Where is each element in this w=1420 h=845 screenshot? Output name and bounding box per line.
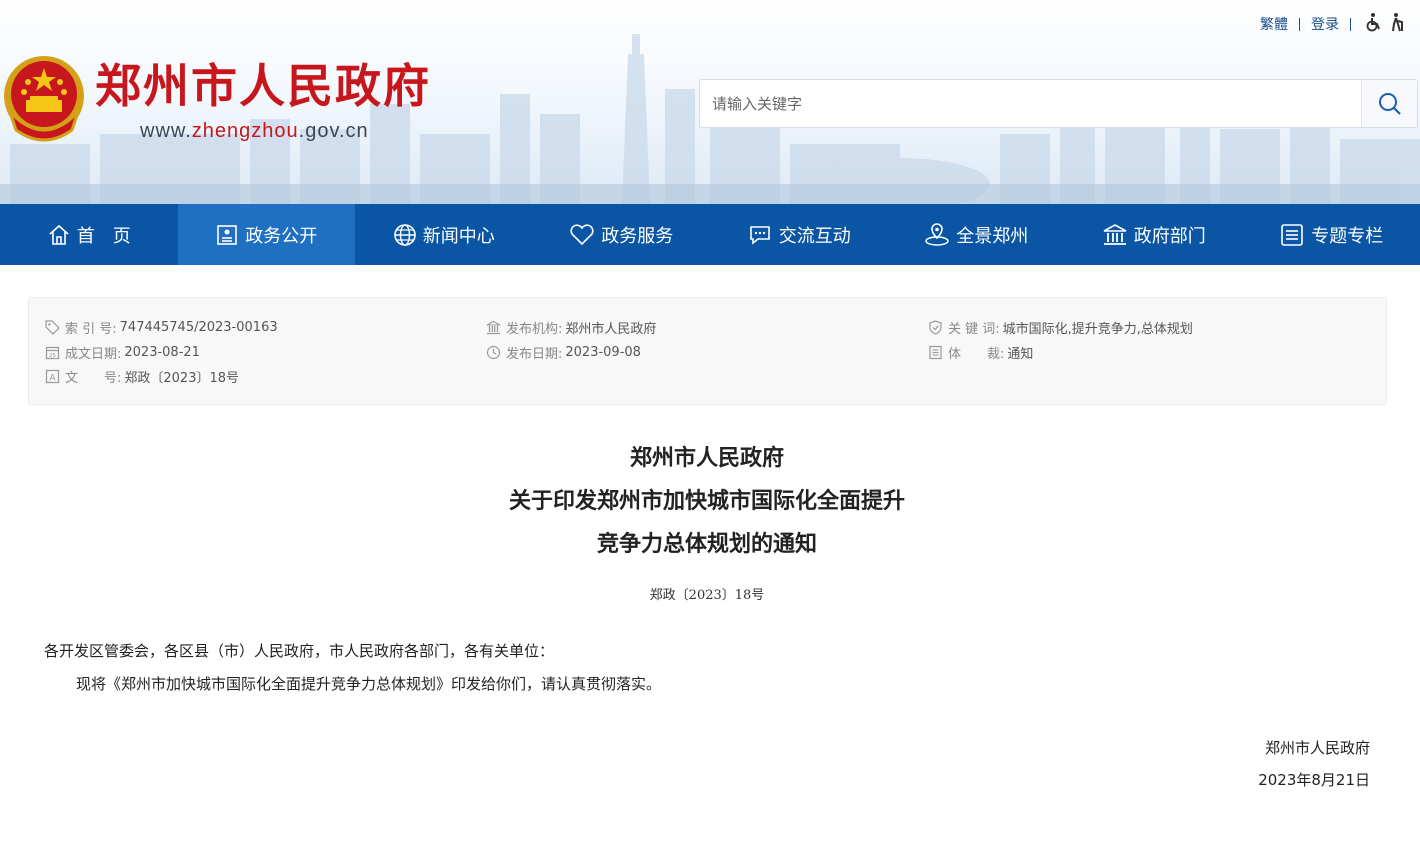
traditional-chinese-link[interactable]: 繁體	[1260, 14, 1288, 34]
nav-label: 专题专栏	[1311, 225, 1384, 247]
meta-issuer: 发布机构: 郑州市人民政府	[486, 318, 657, 337]
divider	[1350, 17, 1351, 31]
nav-interaction[interactable]: 交流互动	[710, 204, 888, 265]
document-icon	[217, 224, 238, 245]
meta-label: 体 裁:	[948, 346, 1005, 362]
top-links: 繁體 登录	[1260, 12, 1406, 36]
login-link[interactable]: 登录	[1311, 14, 1339, 34]
location-icon	[925, 222, 949, 246]
signature-organization: 郑州市人民政府	[1264, 739, 1370, 757]
nav-label: 政府部门	[1133, 225, 1206, 247]
nav-panorama-zhengzhou[interactable]: 全景郑州	[888, 204, 1066, 265]
meta-value: 通知	[1007, 346, 1034, 362]
meta-label: 索 引 号:	[65, 321, 117, 337]
document-meta-box: 索 引 号: 747445745/2023-00163 25 成文日期: 202…	[28, 297, 1387, 405]
meta-created-date: 25 成文日期: 2023-08-21	[45, 343, 200, 362]
clock-icon	[486, 345, 501, 360]
calendar-icon: 25	[45, 345, 60, 360]
meta-value: 郑政〔2023〕18号	[124, 370, 240, 386]
meta-label: 成文日期:	[65, 346, 122, 362]
site-title: 郑州市人民政府	[95, 59, 431, 113]
main-nav: 首 页 政务公开 新闻中心 政务服务 交流互动 全景郑州 政府部门 专题专栏	[0, 204, 1420, 265]
notes-icon	[928, 345, 943, 360]
meta-value: 2023-09-08	[565, 344, 641, 360]
elderly-mode-icon[interactable]	[1388, 12, 1406, 36]
svg-text:25: 25	[49, 353, 56, 359]
search-box	[699, 79, 1418, 128]
nav-news-center[interactable]: 新闻中心	[355, 204, 533, 265]
document-title-line-3: 竞争力总体规划的通知	[596, 531, 817, 557]
nav-home[interactable]: 首 页	[0, 204, 178, 265]
search-input[interactable]	[700, 80, 1361, 127]
institution-icon	[486, 320, 501, 335]
nav-government-departments[interactable]: 政府部门	[1065, 204, 1243, 265]
site-url: www.zhengzhou.gov.cn	[140, 120, 369, 143]
home-icon	[49, 224, 69, 245]
nav-label: 首 页	[76, 225, 131, 247]
nav-label: 新闻中心	[422, 225, 495, 247]
document-title-line-2: 关于印发郑州市加快城市国际化全面提升	[508, 488, 905, 514]
wheelchair-accessibility-icon[interactable]	[1364, 12, 1384, 36]
meta-value: 747445745/2023-00163	[119, 319, 278, 335]
document-body: 现将《郑州市加快城市国际化全面提升竞争力总体规划》印发给你们，请认真贯彻落实。	[76, 675, 662, 693]
meta-label: 关 键 词:	[948, 321, 1000, 337]
chat-icon	[749, 225, 770, 245]
meta-label: 文 号:	[65, 370, 122, 386]
nav-special-topics[interactable]: 专题专栏	[1243, 204, 1420, 265]
meta-value: 城市国际化,提升竞争力,总体规划	[1002, 321, 1193, 337]
nav-label: 全景郑州	[956, 225, 1029, 247]
tag-icon	[45, 319, 60, 335]
divider	[1299, 17, 1300, 31]
svg-text:A: A	[49, 373, 56, 383]
document-title-line-1: 郑州市人民政府	[629, 445, 784, 471]
search-icon	[1378, 92, 1401, 115]
document-salutation: 各开发区管委会，各区县（市）人民政府，市人民政府各部门，各有关单位：	[44, 642, 555, 660]
national-emblem-icon	[4, 56, 84, 142]
meta-keywords: 关 键 词: 城市国际化,提升竞争力,总体规划	[928, 318, 1193, 337]
list-icon	[1281, 223, 1304, 246]
globe-icon	[393, 223, 416, 246]
shield-icon	[928, 319, 943, 335]
site-url-domain: zhengzhou	[191, 120, 299, 142]
meta-value: 郑州市人民政府	[565, 321, 657, 337]
meta-genre: 体 裁: 通知	[928, 343, 1034, 362]
nav-label: 政务公开	[245, 225, 318, 247]
meta-index-number: 索 引 号: 747445745/2023-00163	[45, 318, 278, 337]
nav-label: 交流互动	[778, 225, 851, 247]
signature-date: 2023年8月21日	[1258, 771, 1370, 789]
heart-icon	[570, 223, 594, 245]
site-url-suffix: .gov.cn	[298, 120, 369, 142]
document-number: 郑政〔2023〕18号	[649, 588, 765, 603]
meta-label: 发布机构:	[506, 321, 563, 337]
text-icon: A	[45, 369, 60, 384]
nav-label: 政务服务	[601, 225, 674, 247]
meta-document-number: A 文 号: 郑政〔2023〕18号	[45, 367, 240, 386]
nav-government-services[interactable]: 政务服务	[533, 204, 711, 265]
site-header: 繁體 登录 郑州市人民政府 www.zhengzhou.gov.cn	[0, 0, 1420, 204]
nav-government-affairs[interactable]: 政务公开	[177, 204, 355, 265]
search-button[interactable]	[1361, 80, 1417, 127]
meta-published-date: 发布日期: 2023-09-08	[486, 343, 641, 362]
building-icon	[1103, 223, 1127, 245]
meta-label: 发布日期:	[506, 346, 563, 362]
site-url-prefix: www.	[140, 120, 192, 142]
meta-value: 2023-08-21	[124, 344, 200, 360]
